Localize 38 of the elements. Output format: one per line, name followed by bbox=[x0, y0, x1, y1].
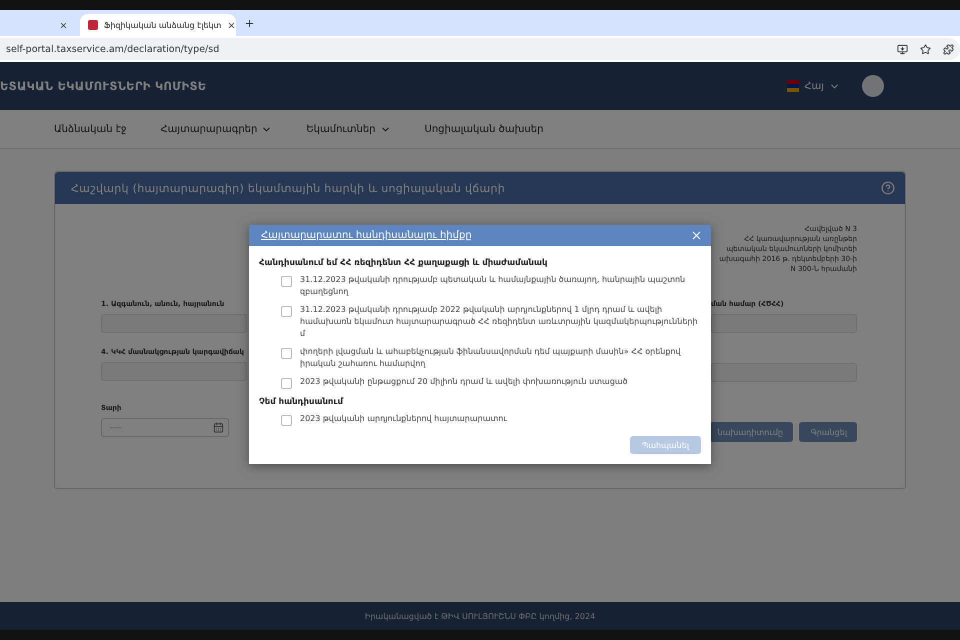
flag-icon bbox=[787, 80, 800, 92]
section-heading: Չեմ հանդիսանում bbox=[259, 397, 344, 407]
checkbox[interactable] bbox=[281, 378, 292, 389]
input-field[interactable] bbox=[101, 362, 247, 381]
option-label: 2023 թվականի արդյունքներով հայտարարատու bbox=[300, 413, 507, 425]
language-selector[interactable]: Հայ bbox=[787, 80, 840, 92]
browser-tab[interactable]: Ֆիզիկական անձանց էլեկտ bbox=[80, 14, 236, 36]
option-label: փողերի լվացման և ահաբեկչության ֆինանսավորման դեմ պայքարի մասին» ՀՀ օրենքով իրական շահառու համարվող bbox=[300, 346, 682, 370]
close-icon[interactable] bbox=[227, 20, 236, 30]
option-label: 2023 թվականի ընթացքում 20 միլիոն դրամ և ավելի փոխառություն ստացած bbox=[300, 376, 628, 388]
avatar-icon[interactable] bbox=[862, 75, 884, 97]
nav-item[interactable]: Հայտարարագրեր bbox=[160, 124, 272, 134]
close-icon[interactable] bbox=[59, 20, 68, 30]
footer-text: Իրականացված է ԹԻՎ ՍՈՒԼՅՈՒՇՆՍ ՓԲԸ կողմից, 2024 bbox=[364, 612, 596, 620]
input-field[interactable] bbox=[101, 314, 247, 333]
checkbox[interactable] bbox=[281, 306, 292, 317]
install-icon[interactable] bbox=[897, 44, 908, 54]
puzzle-icon[interactable] bbox=[943, 44, 954, 54]
card-title: Հաշվարկ (հայտարարագիր) եկամտային հարկի և սոցիալական վճարի bbox=[71, 182, 506, 194]
calendar-icon[interactable] bbox=[213, 422, 224, 433]
help-icon[interactable] bbox=[881, 181, 895, 195]
section-heading: Հանդիսանում եմ ՀՀ ռեզիդենտ ՀՀ քաղաքացի և միաժամանակ bbox=[259, 258, 548, 268]
site-title: ԵՏԱԿԱՆ ԵԿԱՄՈՒՏՆԵՐԻ ԿՈՄԻՏԵ bbox=[0, 79, 208, 93]
input-field[interactable] bbox=[711, 363, 857, 382]
checkbox[interactable] bbox=[281, 415, 292, 426]
checkbox[interactable] bbox=[281, 276, 292, 287]
checkbox[interactable] bbox=[281, 348, 292, 359]
option-label: 31.12.2023 թվականի դրությամբ 2022 թվականի արդյունքներով 1 մլրդ դրամ և ավելի համախառն եկամուտ հայտարարագրած ՀՀ ռեզիդենտ առևտրային կազմակերպությունների մ bbox=[300, 304, 699, 340]
input-field[interactable] bbox=[711, 314, 857, 333]
new-tab-icon[interactable] bbox=[244, 18, 255, 28]
option-label: 31.12.2023 թվականի դրությամբ պետական և համայնքային ծառայող, հանրային պաշտոն զբաղեցնող bbox=[300, 274, 686, 298]
favicon-icon bbox=[88, 20, 98, 30]
nav-item[interactable]: Անձնական էջ bbox=[54, 124, 126, 134]
address-bar[interactable]: self-portal.taxservice.am/declaration/type/sd bbox=[0, 38, 960, 60]
nav-item[interactable]: Եկամուտներ bbox=[306, 124, 391, 134]
dialog-title: Հայտարարատու հանդիսանալու հիմքը bbox=[261, 230, 473, 241]
star-icon[interactable] bbox=[920, 44, 931, 54]
nav-item[interactable]: Սոցիալական ծախսեր bbox=[424, 124, 544, 134]
